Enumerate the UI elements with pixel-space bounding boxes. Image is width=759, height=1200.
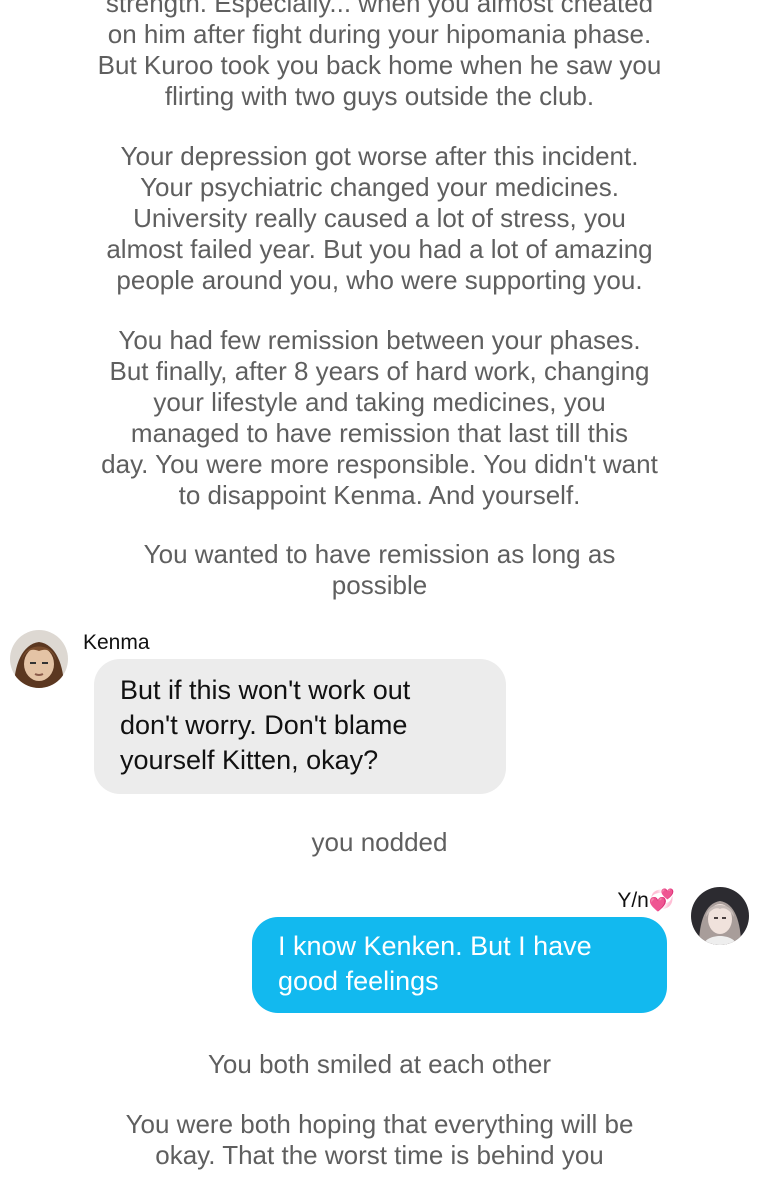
sender-name-yn: Y/n💞 [617,889,675,912]
narration-text: You had few remission between your phase… [101,325,658,510]
narration-text: You were both hoping that everything wil… [125,1109,634,1170]
avatar-kenma[interactable] [10,630,68,688]
narration-text: strength. Especially... when you almost … [97,0,662,111]
narration-text: You both smiled at each other [207,1049,552,1079]
narration-text: You wanted to have remission as long as … [143,539,616,600]
narration-text: you nodded [311,827,448,857]
narration-text: Your depression got worse after this inc… [106,141,653,295]
avatar-yn[interactable] [691,887,749,945]
kenma-avatar-icon [10,630,68,688]
outgoing-message-bubble[interactable]: I know Kenken. But I have good feelings [252,917,667,1013]
sender-name-kenma: Kenma [83,631,150,654]
yn-avatar-icon [691,887,749,945]
incoming-message-bubble[interactable]: But if this won't work out don't worry. … [94,659,506,794]
